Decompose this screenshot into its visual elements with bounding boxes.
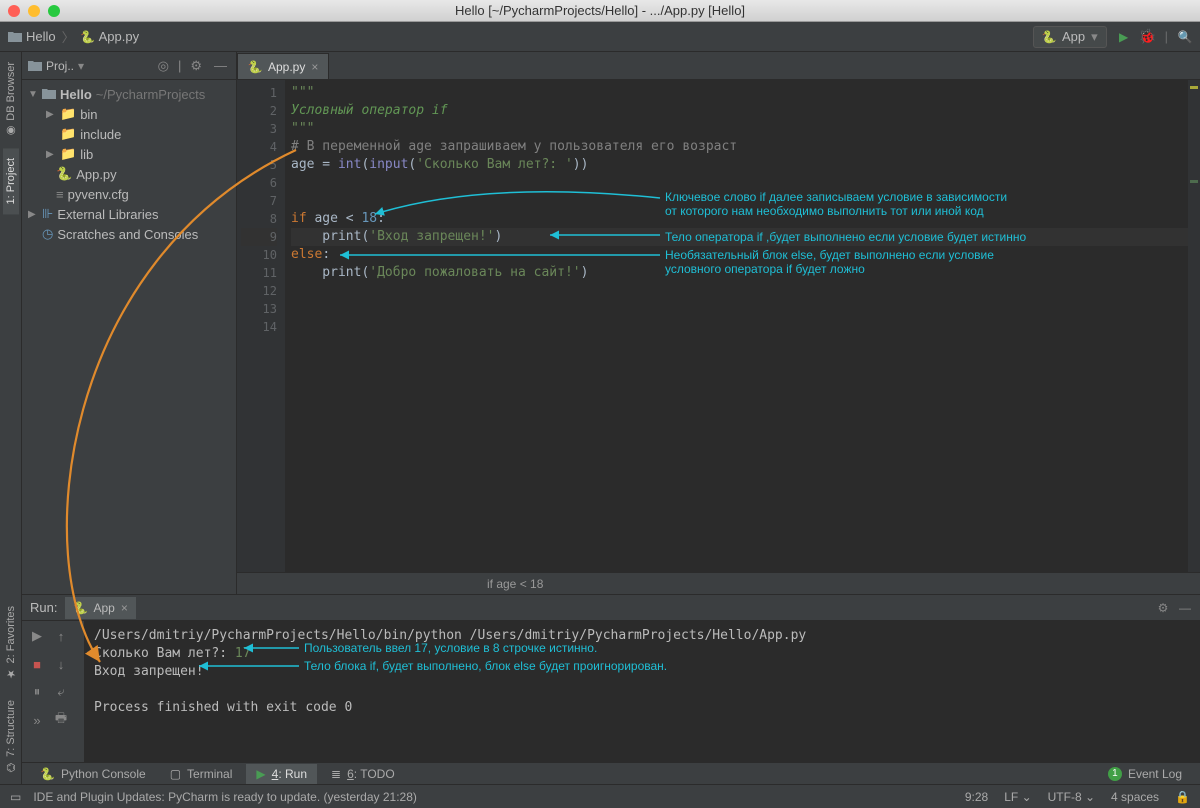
- structure-tab[interactable]: ⌬ 7: Structure: [3, 690, 19, 784]
- rerun-button[interactable]: ▶: [26, 625, 48, 647]
- run-tab[interactable]: ▶4: Run: [246, 764, 317, 784]
- window-title: Hello [~/PycharmProjects/Hello] - .../Ap…: [455, 3, 745, 18]
- project-tab[interactable]: 1: Project: [3, 148, 19, 214]
- line-ending[interactable]: LF ⌄: [1004, 790, 1031, 804]
- gear-icon[interactable]: ⚙: [1156, 601, 1170, 615]
- tree-scratches[interactable]: ◷Scratches and Consoles: [22, 224, 236, 244]
- folder-icon: [8, 31, 22, 43]
- tree-external-libs[interactable]: ▶⊪External Libraries: [22, 204, 236, 224]
- run-panel: Run: 🐍 App × ⚙ — ▶ ■ ⏸ » ↑ ↓: [22, 594, 1200, 762]
- tree-root[interactable]: ▼ Hello ~/PycharmProjects: [22, 84, 236, 104]
- python-file-icon: 🐍: [248, 60, 262, 74]
- sidebar-title: Proj..▾: [28, 59, 149, 73]
- play-icon: ▶: [256, 767, 265, 781]
- search-button[interactable]: 🔍: [1178, 30, 1192, 44]
- event-log-tab[interactable]: 1 Event Log: [1098, 764, 1192, 784]
- chevron-right-icon: 〉: [62, 27, 75, 46]
- close-icon[interactable]: ×: [311, 60, 318, 74]
- tree-item-pyvenv[interactable]: ≡pyvenv.cfg: [22, 184, 236, 204]
- status-bar: ▭ IDE and Plugin Updates: PyCharm is rea…: [0, 784, 1200, 808]
- wrap-icon[interactable]: ⤶: [50, 681, 72, 703]
- terminal-icon: ▢: [170, 767, 181, 781]
- tree-item-lib[interactable]: ▶📁lib: [22, 144, 236, 164]
- window-controls: [8, 5, 60, 17]
- event-count-badge: 1: [1108, 767, 1122, 781]
- titlebar: Hello [~/PycharmProjects/Hello] - .../Ap…: [0, 0, 1200, 22]
- left-tool-rail: ◉ DB Browser 1: Project ★ 2: Favorites ⌬…: [0, 52, 22, 784]
- print-icon[interactable]: 🖶: [50, 709, 72, 731]
- python-icon: 🐍: [1042, 30, 1056, 44]
- tree-item-app-py[interactable]: 🐍App.py: [22, 164, 236, 184]
- editor-tab-app-py[interactable]: 🐍 App.py ×: [237, 53, 329, 79]
- terminal-tab[interactable]: ▢Terminal: [160, 764, 243, 784]
- cursor-position[interactable]: 9:28: [965, 790, 988, 804]
- lock-icon[interactable]: 🔒: [1175, 790, 1190, 804]
- todo-tab[interactable]: ≣6: TODO: [321, 764, 405, 784]
- python-console-tab[interactable]: 🐍Python Console: [30, 764, 156, 784]
- python-file-icon: 🐍: [81, 30, 95, 44]
- chevron-down-icon: ▾: [1091, 29, 1098, 45]
- line-gutter: 1234567 891011121314: [237, 80, 285, 572]
- breadcrumb-project[interactable]: Hello: [8, 29, 56, 44]
- stop-button[interactable]: ■: [26, 653, 48, 675]
- run-toolbar: ▶ ■ ⏸ » ↑ ↓ ⤶ 🖶: [22, 621, 84, 762]
- run-panel-label: Run:: [30, 600, 57, 615]
- star-icon: ★: [6, 667, 16, 680]
- close-window-button[interactable]: [8, 5, 20, 17]
- maximize-window-button[interactable]: [48, 5, 60, 17]
- folder-icon: [42, 88, 56, 100]
- encoding[interactable]: UTF-8 ⌄: [1048, 790, 1095, 804]
- minimize-window-button[interactable]: [28, 5, 40, 17]
- up-icon[interactable]: ↑: [50, 625, 72, 647]
- target-icon[interactable]: ◎: [155, 58, 172, 74]
- tree-item-bin[interactable]: ▶📁bin: [22, 104, 236, 124]
- close-icon[interactable]: ×: [121, 601, 128, 615]
- indent-setting[interactable]: 4 spaces: [1111, 790, 1159, 804]
- collapse-icon[interactable]: —: [211, 58, 230, 73]
- run-config-selector[interactable]: 🐍 App ▾: [1033, 26, 1107, 48]
- db-browser-tab[interactable]: ◉ DB Browser: [3, 52, 19, 148]
- code-editor[interactable]: 1234567 891011121314 """ Условный операт…: [237, 80, 1200, 572]
- python-icon: 🐍: [40, 767, 55, 781]
- status-message: IDE and Plugin Updates: PyCharm is ready…: [33, 790, 417, 804]
- python-icon: 🐍: [73, 601, 87, 615]
- more-icon[interactable]: »: [26, 709, 48, 731]
- favorites-tab[interactable]: ★ 2: Favorites: [3, 596, 19, 690]
- project-tree: ▼ Hello ~/PycharmProjects ▶📁bin 📁include…: [22, 80, 236, 248]
- editor-tabs: 🐍 App.py ×: [237, 52, 1200, 80]
- gear-icon[interactable]: ⚙: [187, 58, 205, 74]
- down-icon[interactable]: ↓: [50, 653, 72, 675]
- run-button[interactable]: ▶: [1117, 30, 1131, 44]
- editor-breadcrumb: if age < 18: [237, 572, 1200, 594]
- breadcrumb-bar: Hello 〉 🐍 App.py 🐍 App ▾ ▶ 🐞 | 🔍: [0, 22, 1200, 52]
- status-message-icon: ▭: [10, 790, 21, 804]
- breadcrumb-file[interactable]: 🐍 App.py: [81, 29, 139, 44]
- structure-icon: ⌬: [6, 761, 16, 774]
- list-icon: ≣: [331, 767, 341, 781]
- pause-icon[interactable]: ⏸: [26, 681, 48, 703]
- run-tab-app[interactable]: 🐍 App ×: [65, 597, 135, 619]
- debug-button[interactable]: 🐞: [1141, 30, 1155, 44]
- folder-icon: [28, 60, 42, 72]
- collapse-icon[interactable]: —: [1178, 601, 1192, 615]
- run-output[interactable]: /Users/dmitriy/PycharmProjects/Hello/bin…: [84, 621, 1200, 762]
- bottom-tool-tabs: 🐍Python Console ▢Terminal ▶4: Run ≣6: TO…: [22, 762, 1200, 784]
- project-sidebar: Proj..▾ ◎ | ⚙ — ▼ Hello ~/PycharmProject…: [22, 52, 237, 594]
- tree-item-include[interactable]: 📁include: [22, 124, 236, 144]
- editor-area: 🐍 App.py × 1234567 891011121314 """ Усло…: [237, 52, 1200, 594]
- database-icon: ◉: [6, 125, 16, 138]
- marker-stripe[interactable]: [1188, 80, 1200, 572]
